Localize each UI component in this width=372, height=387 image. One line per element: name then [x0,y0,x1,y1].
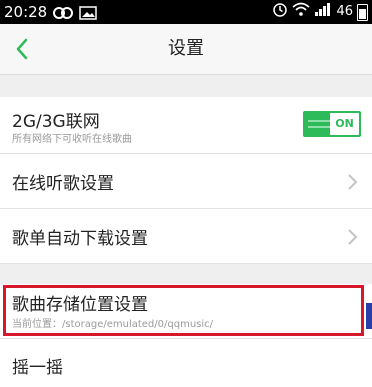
section-gap [0,75,372,97]
section-gap [0,264,372,284]
network-setting-subtitle: 所有网络下可收听在线歌曲 [12,134,132,145]
network-setting-row: 2G/3G联网 所有网络下可收听在线歌曲 ON [0,97,372,154]
auto-download-row[interactable]: 歌单自动下载设置 [0,209,372,264]
storage-location-title: 歌曲存储位置设置 [12,295,148,315]
alarm-icon [272,0,288,24]
battery-icon [357,3,368,21]
chevron-right-icon [348,229,358,245]
chevron-right-icon [348,174,358,190]
shake-title: 摇一摇 [12,358,63,378]
toggle-label: ON [330,113,359,135]
storage-location-path: 当前位置：/storage/emulated/0/qqmusic/ [12,319,214,330]
page-title: 设置 [168,38,204,59]
chevron-left-icon [16,38,28,60]
online-listening-row[interactable]: 在线听歌设置 [0,154,372,209]
wifi-icon [292,0,311,24]
status-bar: 20:28 46 [0,0,372,24]
storage-location-row[interactable]: 歌曲存储位置设置 当前位置：/storage/emulated/0/qqmusi… [0,284,372,338]
battery-level: 46 [336,4,353,19]
auto-download-title: 歌单自动下载设置 [12,229,148,249]
online-listening-title: 在线听歌设置 [12,174,114,194]
nav-bar: 设置 [0,24,372,75]
signal-icon [314,0,332,24]
network-setting-title: 2G/3G联网 [12,112,100,132]
network-toggle[interactable]: ON [303,111,361,137]
toggle-grip-icon [308,120,330,128]
back-button[interactable] [0,24,44,74]
status-time: 20:28 [4,3,48,21]
scroll-indicator [366,303,372,329]
shake-row[interactable]: 摇一摇 [0,338,372,387]
